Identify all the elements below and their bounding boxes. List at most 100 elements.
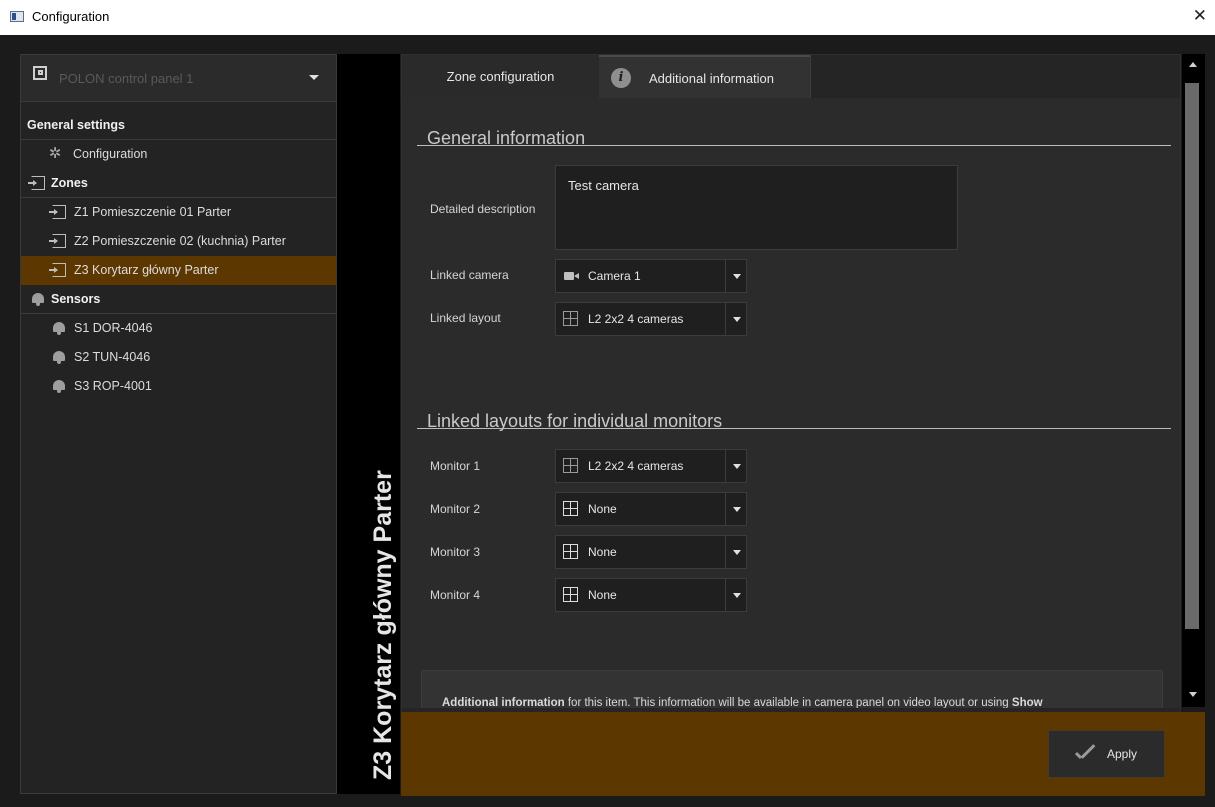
- monitor-1-value: L2 2x2 4 cameras: [588, 459, 684, 473]
- tree-item-label: Z1 Pomieszczenie 01 Parter: [74, 205, 232, 219]
- tree-item-label: S2 TUN-4046: [74, 350, 151, 364]
- control-panel-icon: [33, 66, 47, 80]
- linked-layout-label: Linked layout: [430, 311, 501, 325]
- chevron-down-icon: [733, 464, 741, 469]
- layout-grid-icon: [563, 501, 578, 516]
- dropdown-separator: [725, 260, 726, 292]
- zone-icon: [49, 263, 66, 277]
- detailed-description-label: Detailed description: [430, 202, 536, 216]
- scrollbar-thumb[interactable]: [1185, 83, 1199, 629]
- monitor-2-value: None: [588, 502, 617, 516]
- scroll-up-icon[interactable]: [1189, 62, 1197, 67]
- monitor-1-label: Monitor 1: [430, 459, 481, 473]
- tree-item-label: Configuration: [73, 147, 148, 161]
- linked-layout-value: L2 2x2 4 cameras: [588, 312, 684, 326]
- zone-icon: [49, 234, 66, 248]
- tab-additional-information[interactable]: i Additional information: [599, 55, 811, 98]
- dropdown-separator: [725, 493, 726, 525]
- monitor-3-label: Monitor 3: [430, 545, 481, 559]
- checkmark-icon: [1073, 745, 1097, 763]
- tree-item-sensor-s3[interactable]: S3 ROP-4001: [21, 372, 336, 401]
- tree-header-label: Sensors: [51, 292, 101, 306]
- tree-header-sensors[interactable]: Sensors: [21, 285, 336, 314]
- apply-button[interactable]: Apply: [1048, 730, 1165, 778]
- tree-header-zones[interactable]: Zones: [21, 169, 336, 198]
- tree-item-label: S3 ROP-4001: [74, 379, 152, 393]
- bell-icon: [31, 292, 45, 306]
- control-panel-label: POLON control panel 1: [59, 71, 194, 86]
- camera-icon: [564, 272, 579, 280]
- gear-icon: ✲: [48, 145, 62, 162]
- tree-item-label: Z2 Pomieszczenie 02 (kuchnia) Parter: [74, 234, 286, 248]
- chevron-down-icon: [733, 550, 741, 555]
- tree-header-label: General settings: [27, 118, 125, 132]
- apply-label: Apply: [1107, 747, 1138, 761]
- chevron-down-icon: [309, 75, 319, 80]
- monitor-4-value: None: [588, 588, 617, 602]
- layout-grid-icon: [563, 458, 578, 473]
- detailed-description-value: Test camera: [568, 178, 639, 193]
- app-window-icon: [10, 11, 24, 22]
- dropdown-separator: [725, 536, 726, 568]
- vertical-scrollbar[interactable]: [1182, 54, 1205, 707]
- dropdown-separator: [725, 450, 726, 482]
- zone-icon: [49, 205, 66, 219]
- tree-item-zone-z3[interactable]: Z3 Korytarz główny Parter: [21, 256, 336, 285]
- tab-label: Additional information: [649, 71, 775, 86]
- tree-item-label: Z3 Korytarz główny Parter: [74, 263, 219, 277]
- left-panel: POLON control panel 1 General settings ✲…: [20, 54, 337, 794]
- chevron-down-icon: [733, 317, 741, 322]
- monitor-3-select[interactable]: None: [555, 535, 747, 569]
- linked-camera-label: Linked camera: [430, 268, 509, 282]
- tree-header-label: Zones: [51, 176, 88, 190]
- right-panel: Zone configuration i Additional informat…: [401, 54, 1181, 794]
- linked-layout-select[interactable]: L2 2x2 4 cameras: [555, 302, 747, 336]
- tab-content: General information Detailed description…: [402, 98, 1180, 708]
- tree-item-sensor-s2[interactable]: S2 TUN-4046: [21, 343, 336, 372]
- tree-item-sensor-s1[interactable]: S1 DOR-4046: [21, 314, 336, 343]
- additional-info-box: Additional information for this item. Th…: [421, 670, 1163, 708]
- zone-icon: [28, 176, 45, 190]
- detailed-description-field[interactable]: Test camera: [555, 165, 958, 250]
- monitor-3-value: None: [588, 545, 617, 559]
- vertical-title: Z3 Korytarz główny Parter: [369, 470, 397, 780]
- info-text-middle: for this item. This information will be …: [564, 697, 1012, 708]
- tree-item-zone-z1[interactable]: Z1 Pomieszczenie 01 Parter: [21, 198, 336, 227]
- monitor-2-select[interactable]: None: [555, 492, 747, 526]
- window-title: Configuration: [32, 9, 110, 24]
- tab-zone-configuration[interactable]: Zone configuration: [402, 55, 599, 98]
- layout-grid-icon: [563, 544, 578, 559]
- monitor-4-label: Monitor 4: [430, 588, 481, 602]
- scroll-down-icon[interactable]: [1189, 692, 1197, 697]
- section-divider: [417, 428, 1171, 429]
- tab-label: Zone configuration: [446, 69, 555, 84]
- bell-icon: [52, 350, 66, 364]
- layout-grid-icon: [563, 311, 578, 326]
- info-bold-start: Additional information: [442, 697, 565, 708]
- tree-item-label: S1 DOR-4046: [74, 321, 153, 335]
- linked-camera-value: Camera 1: [588, 269, 641, 283]
- chevron-down-icon: [733, 274, 741, 279]
- settings-tree: General settings ✲ Configuration Zones Z…: [21, 111, 336, 401]
- monitor-4-select[interactable]: None: [555, 578, 747, 612]
- layout-grid-icon: [563, 587, 578, 602]
- bell-icon: [52, 321, 66, 335]
- footer-bar: Apply: [401, 712, 1205, 796]
- monitor-1-select[interactable]: L2 2x2 4 cameras: [555, 449, 747, 483]
- title-bar: Configuration ✕: [0, 0, 1215, 35]
- linked-camera-select[interactable]: Camera 1: [555, 259, 747, 293]
- close-button[interactable]: ✕: [1193, 7, 1207, 25]
- info-bold-end: Show: [1011, 697, 1043, 708]
- tree-header-general-settings[interactable]: General settings: [21, 111, 336, 140]
- tree-item-zone-z2[interactable]: Z2 Pomieszczenie 02 (kuchnia) Parter: [21, 227, 336, 256]
- tree-item-configuration[interactable]: ✲ Configuration: [21, 140, 336, 169]
- section-divider: [417, 145, 1171, 146]
- dropdown-separator: [725, 303, 726, 335]
- bell-icon: [52, 379, 66, 393]
- chevron-down-icon: [733, 593, 741, 598]
- dropdown-separator: [725, 579, 726, 611]
- control-panel-dropdown[interactable]: POLON control panel 1: [21, 55, 336, 102]
- chevron-down-icon: [733, 507, 741, 512]
- monitor-2-label: Monitor 2: [430, 502, 481, 516]
- main-window: POLON control panel 1 General settings ✲…: [8, 35, 1215, 807]
